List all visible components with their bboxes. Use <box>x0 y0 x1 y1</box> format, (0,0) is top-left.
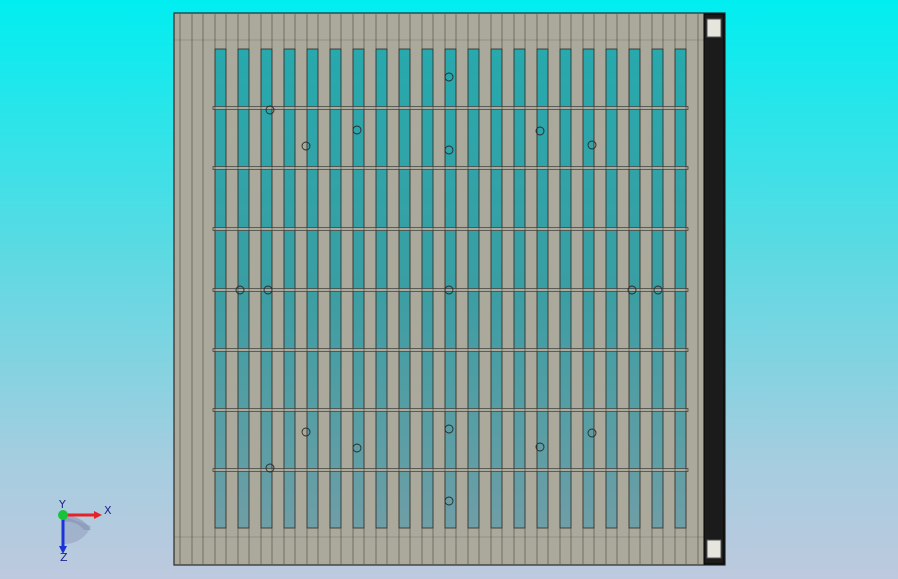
cad-viewport[interactable]: X Y Z <box>0 0 898 579</box>
grille-model[interactable] <box>0 0 898 579</box>
rail-latch-top <box>706 18 722 38</box>
y-axis-label: Y <box>58 500 66 511</box>
y-axis-dot <box>58 510 68 520</box>
rail-latch-bottom <box>706 539 722 559</box>
side-rail <box>703 13 725 565</box>
z-axis-label: Z <box>60 551 68 562</box>
x-axis-label: X <box>104 504 112 517</box>
axis-triad: X Y Z <box>58 500 112 562</box>
x-axis-arrow <box>94 511 102 519</box>
